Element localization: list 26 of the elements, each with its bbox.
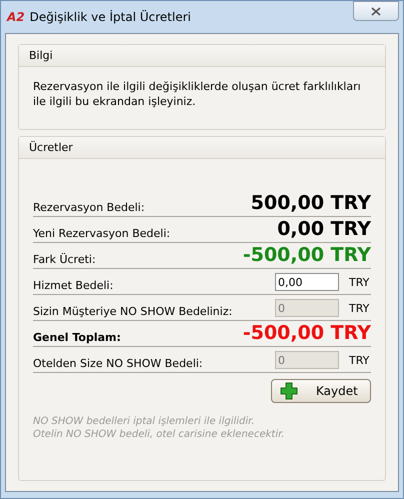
fee-label: Rezervasyon Bedeli: [33, 201, 145, 214]
fee-label: Sizin Müşteriye NO SHOW Bedeliniz: [33, 305, 232, 318]
fee-amount: 500,00 TRY [250, 192, 371, 214]
fee-label: Otelden Size NO SHOW Bedeli: [33, 357, 203, 370]
fee-amount: -500,00 TRY [242, 244, 371, 266]
panel-heading: Bilgi [19, 45, 385, 67]
panel-heading: Ücretler [19, 137, 385, 159]
app-logo: A2 [7, 10, 25, 24]
fee-label: Yeni Rezervasyon Bedeli: [33, 227, 170, 240]
save-button[interactable]: Kaydet [271, 379, 371, 403]
currency-label: TRY [349, 302, 370, 314]
info-text: Rezervasyon ile ilgili değişikliklerde oluşan ücret farklılıkları ile ilgili bu ekrandan işleyiniz. [32, 79, 362, 110]
note-text: Otelin NO SHOW bedeli, otel carisine eklenecektir. [33, 428, 286, 441]
fee-label: Hizmet Bedeli: [33, 279, 114, 292]
window-title: Değişiklik ve İptal Ücretleri [30, 10, 192, 24]
fee-amount: 0,00 TRY [277, 218, 371, 240]
fee-label: Genel Toplam: [33, 331, 121, 344]
fee-label: Fark Ücreti: [33, 253, 96, 266]
fee-input[interactable]: 0,00 [275, 273, 339, 291]
note-text: NO SHOW bedelleri iptal işlemleri ile ilgilidir. [33, 415, 256, 428]
close-button[interactable] [353, 1, 399, 21]
plus-icon [280, 382, 298, 400]
close-icon [371, 6, 381, 16]
currency-label: TRY [349, 354, 370, 366]
fee-amount: -500,00 TRY [242, 322, 371, 344]
currency-label: TRY [349, 276, 370, 288]
